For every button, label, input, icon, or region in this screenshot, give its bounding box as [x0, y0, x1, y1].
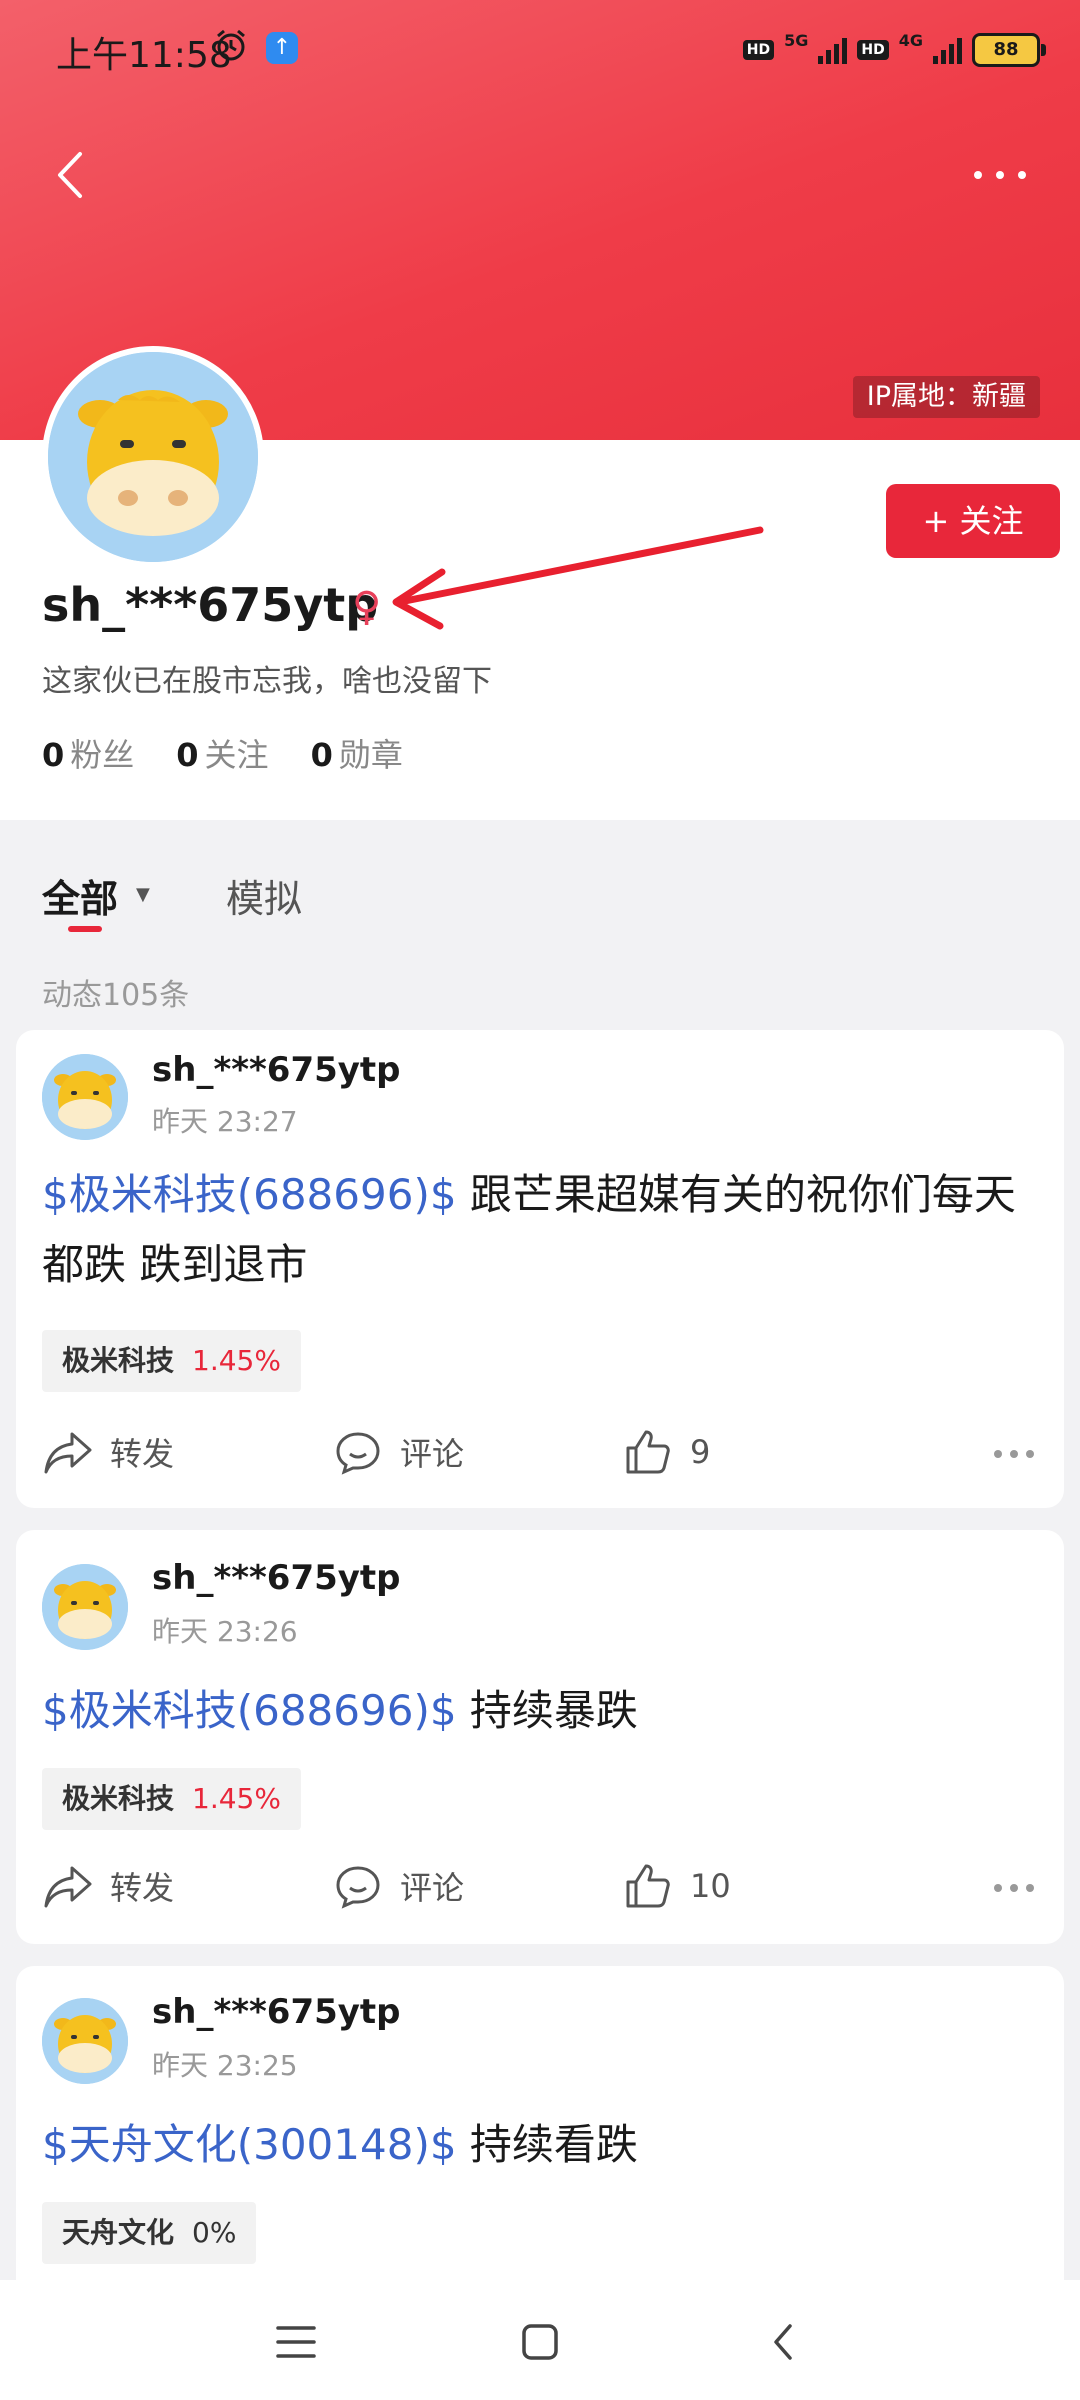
menu-icon[interactable]: [274, 2320, 318, 2364]
like-button[interactable]: 9: [622, 1428, 710, 1476]
cow-avatar-icon: [42, 1998, 128, 2084]
stat-badges[interactable]: 0 勋章: [311, 730, 403, 776]
post-card[interactable]: sh_***675ytp 昨天 23:26 $极米科技(688696)$ 持续暴…: [16, 1530, 1064, 1944]
stock-tag[interactable]: 极米科技 1.45%: [42, 1330, 301, 1392]
status-bar: 上午11:58 ↑ HD 5G HD 4G 88: [0, 0, 1080, 100]
post-content[interactable]: $极米科技(688696)$ 持续暴跌: [42, 1676, 1038, 1746]
post-more-icon[interactable]: [992, 1448, 1036, 1460]
stat-following[interactable]: 0 关注: [176, 730, 268, 776]
thumbs-up-icon: [626, 1864, 670, 1908]
post-card[interactable]: sh_***675ytp 昨天 23:25 $天舟文化(300148)$ 持续看…: [16, 1966, 1064, 2280]
post-card[interactable]: sh_***675ytp 昨天 23:27 $极米科技(688696)$ 跟芒果…: [16, 1030, 1064, 1508]
stock-tag[interactable]: 天舟文化 0%: [42, 2202, 257, 2264]
post-more-icon[interactable]: [992, 1882, 1036, 1894]
ip-location-tag: IP属地：新疆: [852, 376, 1040, 418]
signal-icon: [933, 36, 962, 64]
plus-icon: +: [922, 502, 950, 540]
comment-button[interactable]: 评论: [332, 1862, 464, 1910]
post-time: 昨天 23:26: [152, 1615, 298, 1648]
stock-link[interactable]: $极米科技(688696)$: [42, 1170, 457, 1219]
feed-tabs: [0, 840, 1080, 960]
tab-all[interactable]: 全部: [42, 868, 118, 923]
post-time: 昨天 23:25: [152, 2049, 298, 2082]
network-type: 5G: [784, 30, 809, 50]
active-tab-indicator: [68, 926, 102, 932]
comment-icon: [336, 1866, 380, 1909]
alarm-icon: [217, 29, 245, 61]
cow-avatar-icon: [42, 1054, 128, 1140]
female-icon: ♀: [352, 584, 382, 630]
back-nav-icon[interactable]: [762, 2320, 806, 2364]
thumbs-up-icon: [626, 1430, 670, 1474]
cow-avatar-icon: [48, 352, 258, 562]
profile-bio: 这家伙已在股市忘我，啥也没留下: [42, 664, 492, 699]
post-content[interactable]: $天舟文化(300148)$ 持续看跌: [42, 2110, 1038, 2180]
signal-icon: [818, 36, 848, 64]
profile-stats: 0 粉丝 0 关注 0 勋章: [42, 730, 403, 776]
repost-button[interactable]: 转发: [42, 1862, 174, 1910]
stock-tag[interactable]: 极米科技 1.45%: [42, 1768, 301, 1830]
chevron-down-icon[interactable]: ▼: [136, 884, 150, 905]
avatar[interactable]: [42, 1998, 128, 2084]
back-button[interactable]: [50, 150, 90, 200]
cow-avatar-icon: [42, 1564, 128, 1650]
comment-icon: [336, 1432, 380, 1475]
comment-button[interactable]: 评论: [332, 1428, 464, 1476]
post-author[interactable]: sh_***675ytp: [152, 1558, 401, 1598]
annotation-arrow: [392, 526, 764, 630]
post-author[interactable]: sh_***675ytp: [152, 1992, 401, 2032]
hd-badge: HD: [857, 40, 889, 60]
upload-notification-icon: ↑: [266, 32, 298, 64]
like-button[interactable]: 10: [622, 1862, 731, 1910]
status-indicators: HD 5G HD 4G 88: [742, 30, 1046, 70]
network-type: 4G: [898, 30, 923, 50]
profile-username: sh_***675ytp: [42, 578, 379, 632]
stock-link[interactable]: $极米科技(688696)$: [42, 1686, 457, 1735]
more-options-icon[interactable]: [970, 160, 1030, 190]
status-time: 上午11:58: [56, 35, 232, 76]
avatar[interactable]: [42, 1564, 128, 1650]
system-nav-bar: [0, 2280, 1080, 2400]
post-content[interactable]: $极米科技(688696)$ 跟芒果超媒有关的祝你们每天都跌 跌到退市: [42, 1160, 1038, 1300]
stock-link[interactable]: $天舟文化(300148)$: [42, 2120, 457, 2169]
share-icon: [44, 1432, 92, 1474]
repost-button[interactable]: 转发: [42, 1428, 174, 1476]
share-icon: [44, 1866, 92, 1908]
avatar[interactable]: [42, 346, 264, 568]
home-icon[interactable]: [518, 2320, 562, 2364]
battery-icon: 88: [972, 33, 1046, 67]
stat-fans[interactable]: 0 粉丝: [42, 730, 134, 776]
follow-label: 关注: [959, 502, 1024, 540]
follow-button[interactable]: + 关注: [886, 484, 1060, 558]
post-time: 昨天 23:27: [152, 1105, 298, 1138]
post-count: 动态105条: [42, 978, 190, 1013]
tab-simulated[interactable]: 模拟: [226, 868, 302, 923]
post-author[interactable]: sh_***675ytp: [152, 1050, 401, 1090]
avatar[interactable]: [42, 1054, 128, 1140]
hd-badge: HD: [742, 40, 775, 60]
